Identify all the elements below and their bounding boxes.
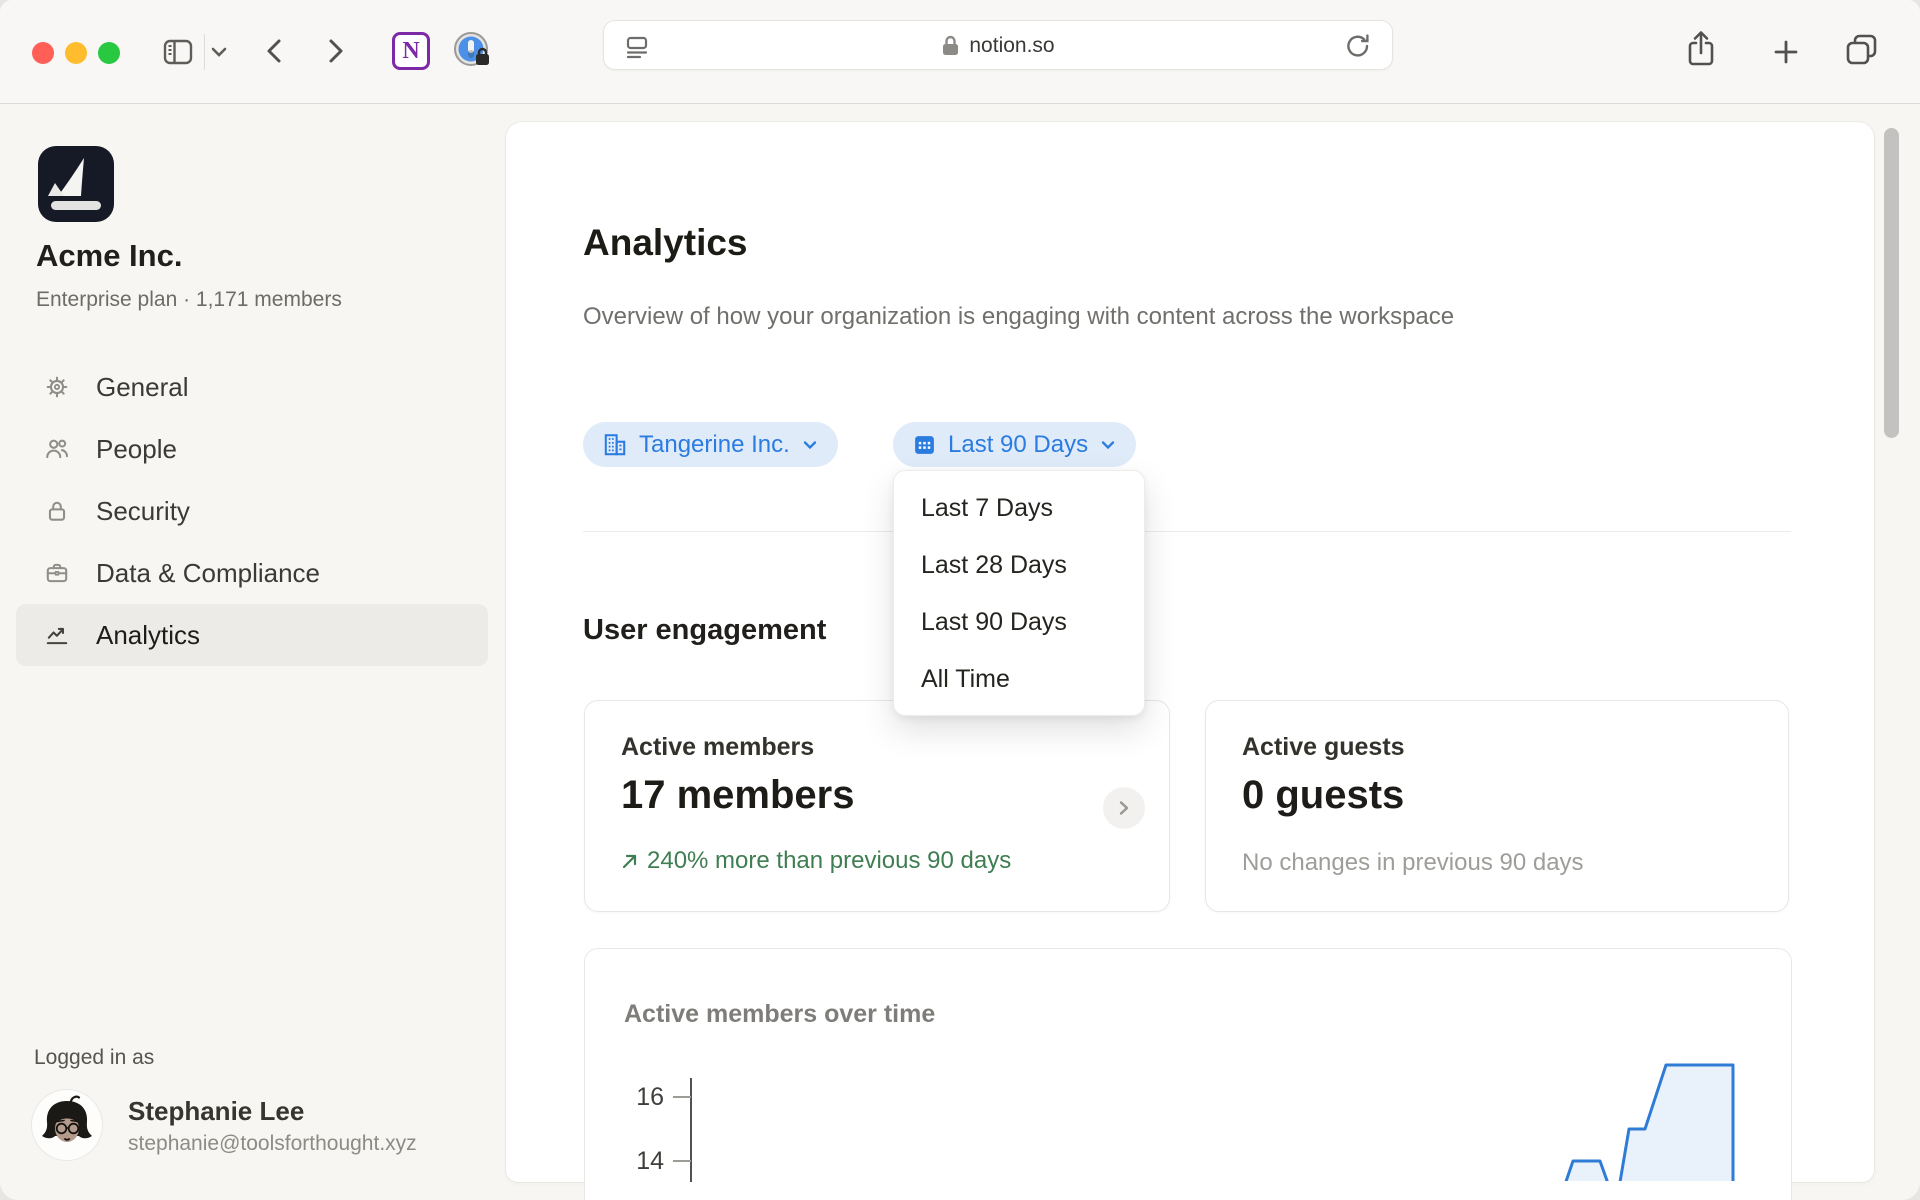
section-title-user-engagement: User engagement xyxy=(583,614,826,647)
sidebar-item-label: Data & Compliance xyxy=(96,558,320,589)
trend-chart-icon xyxy=(44,622,70,648)
settings-nav: General People Security xyxy=(16,356,488,666)
vertical-scrollbar-thumb[interactable] xyxy=(1884,128,1899,438)
calendar-icon xyxy=(912,432,937,457)
members-area-chart xyxy=(584,948,1790,1181)
chevron-down-icon xyxy=(801,436,819,454)
date-range-menu: Last 7 Days Last 28 Days Last 90 Days Al… xyxy=(893,470,1145,716)
workspace-meta: Enterprise plan · 1,171 members xyxy=(36,288,342,312)
onepassword-extension-icon[interactable] xyxy=(452,30,492,70)
sidebar-item-analytics[interactable]: Analytics xyxy=(16,604,488,666)
page-title: Analytics xyxy=(583,222,748,264)
active-guests-card: Active guests 0 guests No changes in pre… xyxy=(1205,700,1789,912)
url-text: notion.so xyxy=(969,34,1054,58)
card-label: Active guests xyxy=(1242,733,1405,762)
tab-overview-icon[interactable] xyxy=(1842,30,1882,70)
zoom-window-button[interactable] xyxy=(98,42,120,64)
date-range-filter-dropdown[interactable]: Last 90 Days xyxy=(893,422,1136,467)
url-bar[interactable]: notion.so xyxy=(603,20,1393,70)
menu-item-last-90-days[interactable]: Last 90 Days xyxy=(894,594,1144,651)
notion-extension-icon[interactable]: N xyxy=(392,32,430,70)
chevron-right-icon xyxy=(1116,799,1132,817)
menu-item-last-28-days[interactable]: Last 28 Days xyxy=(894,537,1144,594)
divider xyxy=(204,34,205,70)
sidebar-item-data-compliance[interactable]: Data & Compliance xyxy=(16,542,488,604)
sidebar-item-general[interactable]: General xyxy=(16,356,488,418)
card-note: No changes in previous 90 days xyxy=(1242,849,1584,877)
user-email: stephanie@toolsforthought.xyz xyxy=(128,1132,417,1156)
sailboat-icon xyxy=(38,146,114,222)
back-icon[interactable] xyxy=(260,36,290,66)
chevron-down-icon xyxy=(1099,436,1117,454)
close-window-button[interactable] xyxy=(32,42,54,64)
share-icon[interactable] xyxy=(1684,28,1718,70)
briefcase-icon xyxy=(44,560,70,586)
sidebar-item-label: Analytics xyxy=(96,620,200,651)
sidebar-item-security[interactable]: Security xyxy=(16,480,488,542)
card-label: Active members xyxy=(621,733,814,762)
avatar xyxy=(32,1090,102,1160)
sidebar-item-label: People xyxy=(96,434,177,465)
arrow-up-right-icon xyxy=(621,853,638,870)
card-value: 17 members xyxy=(621,773,854,818)
tls-lock-icon xyxy=(941,34,960,58)
sidebar-item-label: General xyxy=(96,372,189,403)
browser-window: N notio xyxy=(0,0,1920,1200)
active-members-card[interactable]: Active members 17 members 240% more than… xyxy=(584,700,1170,912)
date-range-label: Last 90 Days xyxy=(948,431,1088,459)
sidebar-item-label: Security xyxy=(96,496,190,527)
workspace-filter-label: Tangerine Inc. xyxy=(639,431,790,459)
toolbar-chevron-down-icon[interactable] xyxy=(209,44,229,60)
workspace-name: Acme Inc. xyxy=(36,238,182,274)
menu-item-all-time[interactable]: All Time xyxy=(894,651,1144,708)
building-icon xyxy=(602,432,628,458)
sidebar-item-people[interactable]: People xyxy=(16,418,488,480)
logged-in-as-label: Logged in as xyxy=(34,1046,154,1070)
gear-icon xyxy=(44,374,70,400)
card-delta: 240% more than previous 90 days xyxy=(621,847,1011,875)
divider xyxy=(583,531,1791,532)
forward-icon[interactable] xyxy=(320,36,350,66)
menu-item-last-7-days[interactable]: Last 7 Days xyxy=(894,480,1144,537)
new-tab-icon[interactable] xyxy=(1772,38,1800,66)
reload-icon[interactable] xyxy=(1344,32,1372,60)
lock-icon xyxy=(44,498,70,524)
browser-toolbar: N notio xyxy=(0,0,1920,104)
card-value: 0 guests xyxy=(1242,773,1404,818)
user-name: Stephanie Lee xyxy=(128,1096,304,1127)
workspace-logo xyxy=(38,146,114,222)
sidebar-toggle-icon[interactable] xyxy=(160,34,196,70)
page-description: Overview of how your organization is eng… xyxy=(583,296,1513,337)
people-icon xyxy=(44,436,70,462)
workspace-filter-dropdown[interactable]: Tangerine Inc. xyxy=(583,422,838,467)
minimize-window-button[interactable] xyxy=(65,42,87,64)
chevron-right-button[interactable] xyxy=(1103,787,1145,829)
